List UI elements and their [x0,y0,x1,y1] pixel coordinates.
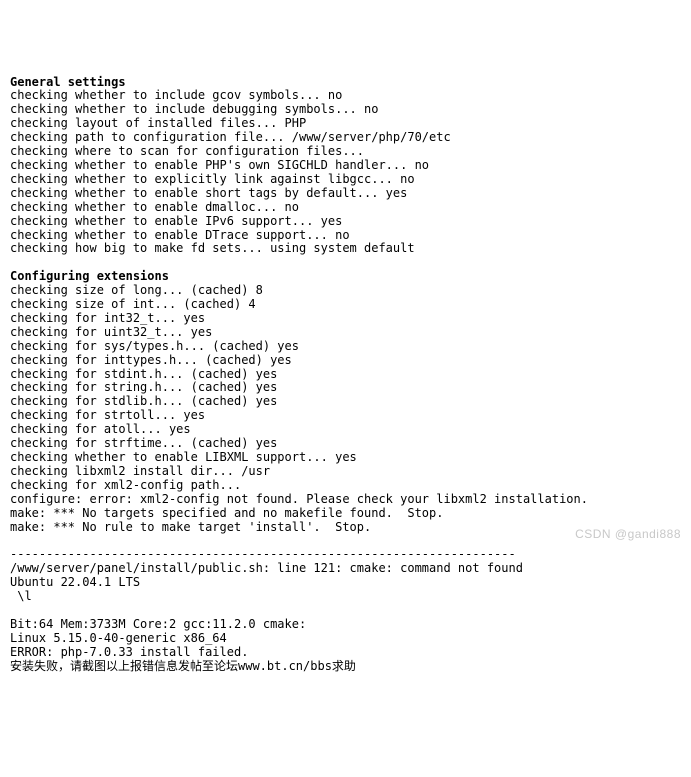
footer-line: \l [10,589,32,603]
output-line: checking for int32_t... yes [10,311,205,325]
output-line: checking for stdlib.h... (cached) yes [10,394,277,408]
footer-line: Ubuntu 22.04.1 LTS [10,575,140,589]
output-line: checking for inttypes.h... (cached) yes [10,353,292,367]
output-line: checking how big to make fd sets... usin… [10,241,415,255]
output-line: checking whether to enable PHP's own SIG… [10,158,429,172]
section-title-extensions: Configuring extensions [10,269,169,283]
output-line: checking whether to enable DTrace suppor… [10,228,350,242]
output-line: checking whether to enable LIBXML suppor… [10,450,357,464]
output-line: make: *** No rule to make target 'instal… [10,520,371,534]
output-line: checking whether to enable short tags by… [10,186,407,200]
output-line: checking layout of installed files... PH… [10,116,306,130]
output-line: checking whether to explicitly link agai… [10,172,415,186]
watermark-text: CSDN @gandi888 [575,528,681,542]
terminal-output: General settings checking whether to inc… [10,62,681,674]
separator-line: ----------------------------------------… [10,547,516,561]
output-line: checking size of int... (cached) 4 [10,297,256,311]
output-line: checking for uint32_t... yes [10,325,212,339]
output-line: checking whether to include debugging sy… [10,102,378,116]
output-line: checking path to configuration file... /… [10,130,451,144]
footer-line: 安装失败，请截图以上报错信息发帖至论坛www.bt.cn/bbs求助 [10,659,356,673]
output-line: configure: error: xml2-config not found.… [10,492,588,506]
output-line: checking for xml2-config path... [10,478,241,492]
output-line: checking size of long... (cached) 8 [10,283,263,297]
output-line: checking for stdint.h... (cached) yes [10,367,277,381]
footer-line: ERROR: php-7.0.33 install failed. [10,645,248,659]
output-line: checking for sys/types.h... (cached) yes [10,339,299,353]
output-line: checking for atoll... yes [10,422,191,436]
output-line: checking whether to enable dmalloc... no [10,200,299,214]
output-line: checking whether to include gcov symbols… [10,88,342,102]
output-line: checking for string.h... (cached) yes [10,380,277,394]
output-line: checking for strtoll... yes [10,408,205,422]
footer-line: Bit:64 Mem:3733M Core:2 gcc:11.2.0 cmake… [10,617,306,631]
section-title-general: General settings [10,75,126,89]
footer-line: /www/server/panel/install/public.sh: lin… [10,561,523,575]
output-line: checking for strftime... (cached) yes [10,436,277,450]
output-line: make: *** No targets specified and no ma… [10,506,443,520]
output-line: checking libxml2 install dir... /usr [10,464,270,478]
footer-line: Linux 5.15.0-40-generic x86_64 [10,631,227,645]
output-line: checking where to scan for configuration… [10,144,364,158]
output-line: checking whether to enable IPv6 support.… [10,214,342,228]
